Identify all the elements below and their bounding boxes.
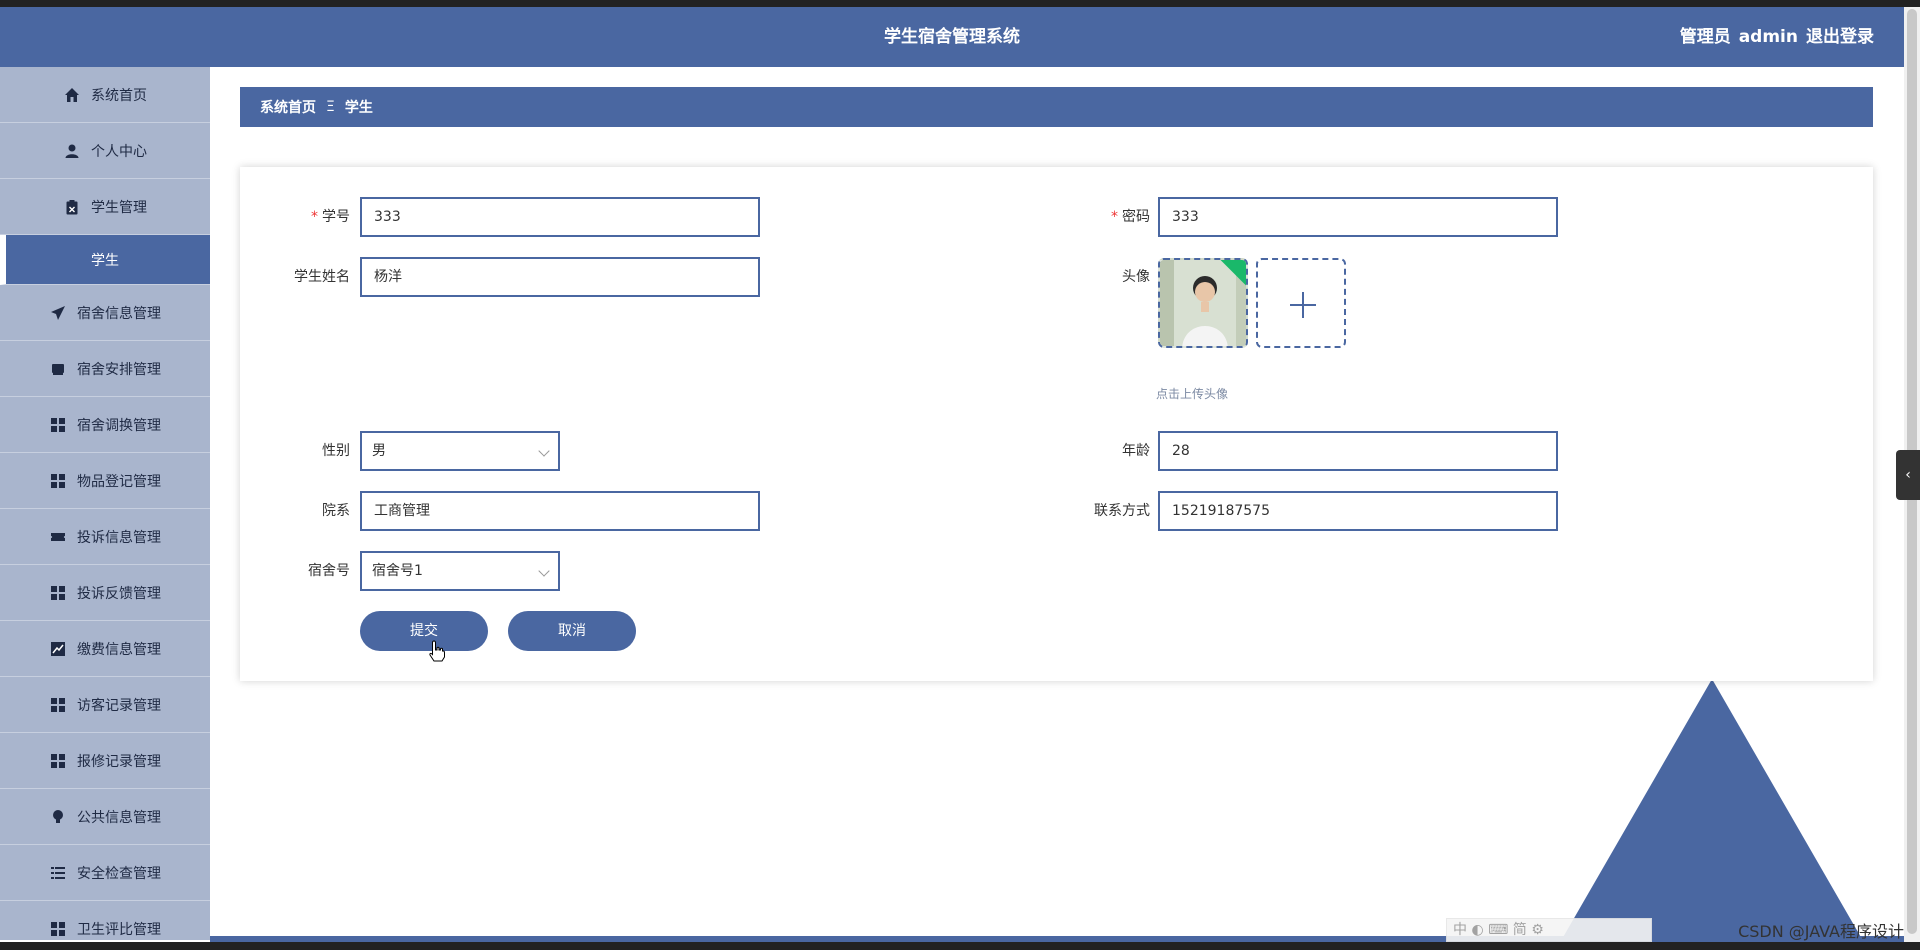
inbox-icon — [49, 360, 67, 378]
contact-input[interactable]: 15219187575 — [1158, 491, 1558, 531]
name-label: 学生姓名 — [294, 269, 350, 285]
watermark-text: CSDN @JAVA程序设计 — [1738, 922, 1904, 941]
student-form: * 学号 333 * 密码 333 学生姓名 杨洋 头像 点击上传头像 性别 男… — [240, 167, 1873, 681]
window-top-strip — [0, 0, 1920, 7]
upload-avatar-button[interactable] — [1256, 258, 1346, 348]
hand-cursor-icon — [429, 640, 445, 662]
sidebar-item-label: 个人中心 — [91, 143, 147, 160]
grid-icon — [49, 472, 67, 490]
grid-icon — [49, 920, 67, 938]
sidebar-item-student-management[interactable]: 学生管理 — [0, 179, 210, 235]
chevron-down-icon — [538, 445, 550, 457]
sidebar-subitem-student[interactable]: 学生 — [0, 235, 210, 285]
grid-icon — [49, 416, 67, 434]
gender-select[interactable]: 男 — [360, 431, 560, 471]
clipboard-icon — [63, 198, 81, 216]
grid-icon — [49, 584, 67, 602]
dorm-select[interactable]: 宿舍号1 — [360, 551, 560, 591]
sidebar-item-label: 报修记录管理 — [77, 753, 161, 770]
sidebar-item-label: 卫生评比管理 — [77, 921, 161, 938]
decorative-triangle — [1562, 679, 1862, 939]
sidebar-item-label: 缴费信息管理 — [77, 641, 161, 658]
submit-button[interactable]: 提交 — [360, 611, 488, 651]
top-header: 学生宿舍管理系统 管理员 admin 退出登录 — [0, 7, 1904, 67]
bulb-icon — [49, 808, 67, 826]
sidebar-item-complaint-feedback[interactable]: 投诉反馈管理 — [0, 565, 210, 621]
gender-selected-value: 男 — [372, 443, 386, 459]
sidebar-item-label: 宿舍调换管理 — [77, 417, 161, 434]
grid-icon — [49, 696, 67, 714]
chevron-down-icon — [538, 565, 550, 577]
sidebar-item-label: 学生管理 — [91, 199, 147, 216]
collapse-panel-tab[interactable]: ‹ — [1896, 450, 1920, 500]
sidebar-item-visitor-records[interactable]: 访客记录管理 — [0, 677, 210, 733]
student-id-input[interactable]: 333 — [360, 197, 760, 237]
sidebar-item-label: 投诉反馈管理 — [77, 585, 161, 602]
grid-icon — [49, 752, 67, 770]
sidebar: 系统首页 个人中心 学生管理 学生 宿舍信息管理 宿舍安排管理 宿舍调换管理 物… — [0, 67, 210, 940]
sidebar-item-label: 安全检查管理 — [77, 865, 161, 882]
department-label: 院系 — [322, 503, 350, 519]
logout-link[interactable]: 退出登录 — [1806, 27, 1874, 47]
sidebar-item-label: 系统首页 — [91, 87, 147, 104]
avatar-label: 头像 — [1122, 269, 1150, 285]
user-info: 管理员 admin 退出登录 — [1672, 7, 1874, 67]
sidebar-item-profile[interactable]: 个人中心 — [0, 123, 210, 179]
sidebar-item-label: 宿舍信息管理 — [77, 305, 161, 322]
sidebar-item-dorm-arrangement[interactable]: 宿舍安排管理 — [0, 341, 210, 397]
cancel-button[interactable]: 取消 — [508, 611, 636, 651]
sidebar-item-label: 物品登记管理 — [77, 473, 161, 490]
contact-label: 联系方式 — [1094, 503, 1150, 519]
sidebar-item-label: 投诉信息管理 — [77, 529, 161, 546]
password-label: * 密码 — [1111, 209, 1150, 225]
sidebar-item-payment-info[interactable]: 缴费信息管理 — [0, 621, 210, 677]
password-input[interactable]: 333 — [1158, 197, 1558, 237]
sidebar-item-complaint-info[interactable]: 投诉信息管理 — [0, 509, 210, 565]
sidebar-item-public-info[interactable]: 公共信息管理 — [0, 789, 210, 845]
department-input[interactable]: 工商管理 — [360, 491, 760, 531]
user-icon — [63, 142, 81, 160]
breadcrumb: 系统首页 Ξ 学生 — [240, 87, 1873, 127]
student-id-label: * 学号 — [311, 209, 350, 225]
sidebar-item-hygiene-rating[interactable]: 卫生评比管理 — [0, 901, 210, 940]
sidebar-item-label: 公共信息管理 — [77, 809, 161, 826]
dorm-label: 宿舍号 — [308, 563, 350, 579]
app-title: 学生宿舍管理系统 — [884, 27, 1020, 47]
username: admin — [1738, 27, 1798, 47]
name-input[interactable]: 杨洋 — [360, 257, 760, 297]
sidebar-item-dorm-swap[interactable]: 宿舍调换管理 — [0, 397, 210, 453]
sidebar-item-label: 宿舍安排管理 — [77, 361, 161, 378]
dorm-selected-value: 宿舍号1 — [372, 563, 423, 579]
avatar-upload-hint: 点击上传头像 — [1156, 387, 1229, 401]
ticket-icon — [49, 528, 67, 546]
window-bottom-strip — [0, 942, 1920, 950]
sidebar-item-dorm-info[interactable]: 宿舍信息管理 — [0, 285, 210, 341]
sidebar-item-safety-check[interactable]: 安全检查管理 — [0, 845, 210, 901]
chart-icon — [49, 640, 67, 658]
breadcrumb-separator: Ξ — [326, 99, 335, 115]
breadcrumb-home[interactable]: 系统首页 — [260, 97, 316, 117]
home-icon — [63, 86, 81, 104]
sidebar-item-label: 访客记录管理 — [77, 697, 161, 714]
sidebar-item-label: 学生 — [91, 252, 119, 269]
ime-toolbar: 中 ◐ ⌨ 简 ⚙ — [1446, 918, 1652, 942]
user-role: 管理员 — [1679, 27, 1731, 47]
gender-label: 性别 — [322, 443, 350, 459]
sidebar-item-repair-records[interactable]: 报修记录管理 — [0, 733, 210, 789]
send-icon — [49, 304, 67, 322]
breadcrumb-current: 学生 — [344, 100, 373, 116]
list-icon — [49, 864, 67, 882]
main-content: 系统首页 Ξ 学生 * 学号 333 * 密码 333 学生姓名 杨洋 头像 点… — [210, 67, 1904, 940]
avatar-image[interactable] — [1158, 258, 1248, 348]
age-label: 年龄 — [1122, 443, 1150, 459]
sidebar-item-home[interactable]: 系统首页 — [0, 67, 210, 123]
sidebar-item-item-registration[interactable]: 物品登记管理 — [0, 453, 210, 509]
age-input[interactable]: 28 — [1158, 431, 1558, 471]
